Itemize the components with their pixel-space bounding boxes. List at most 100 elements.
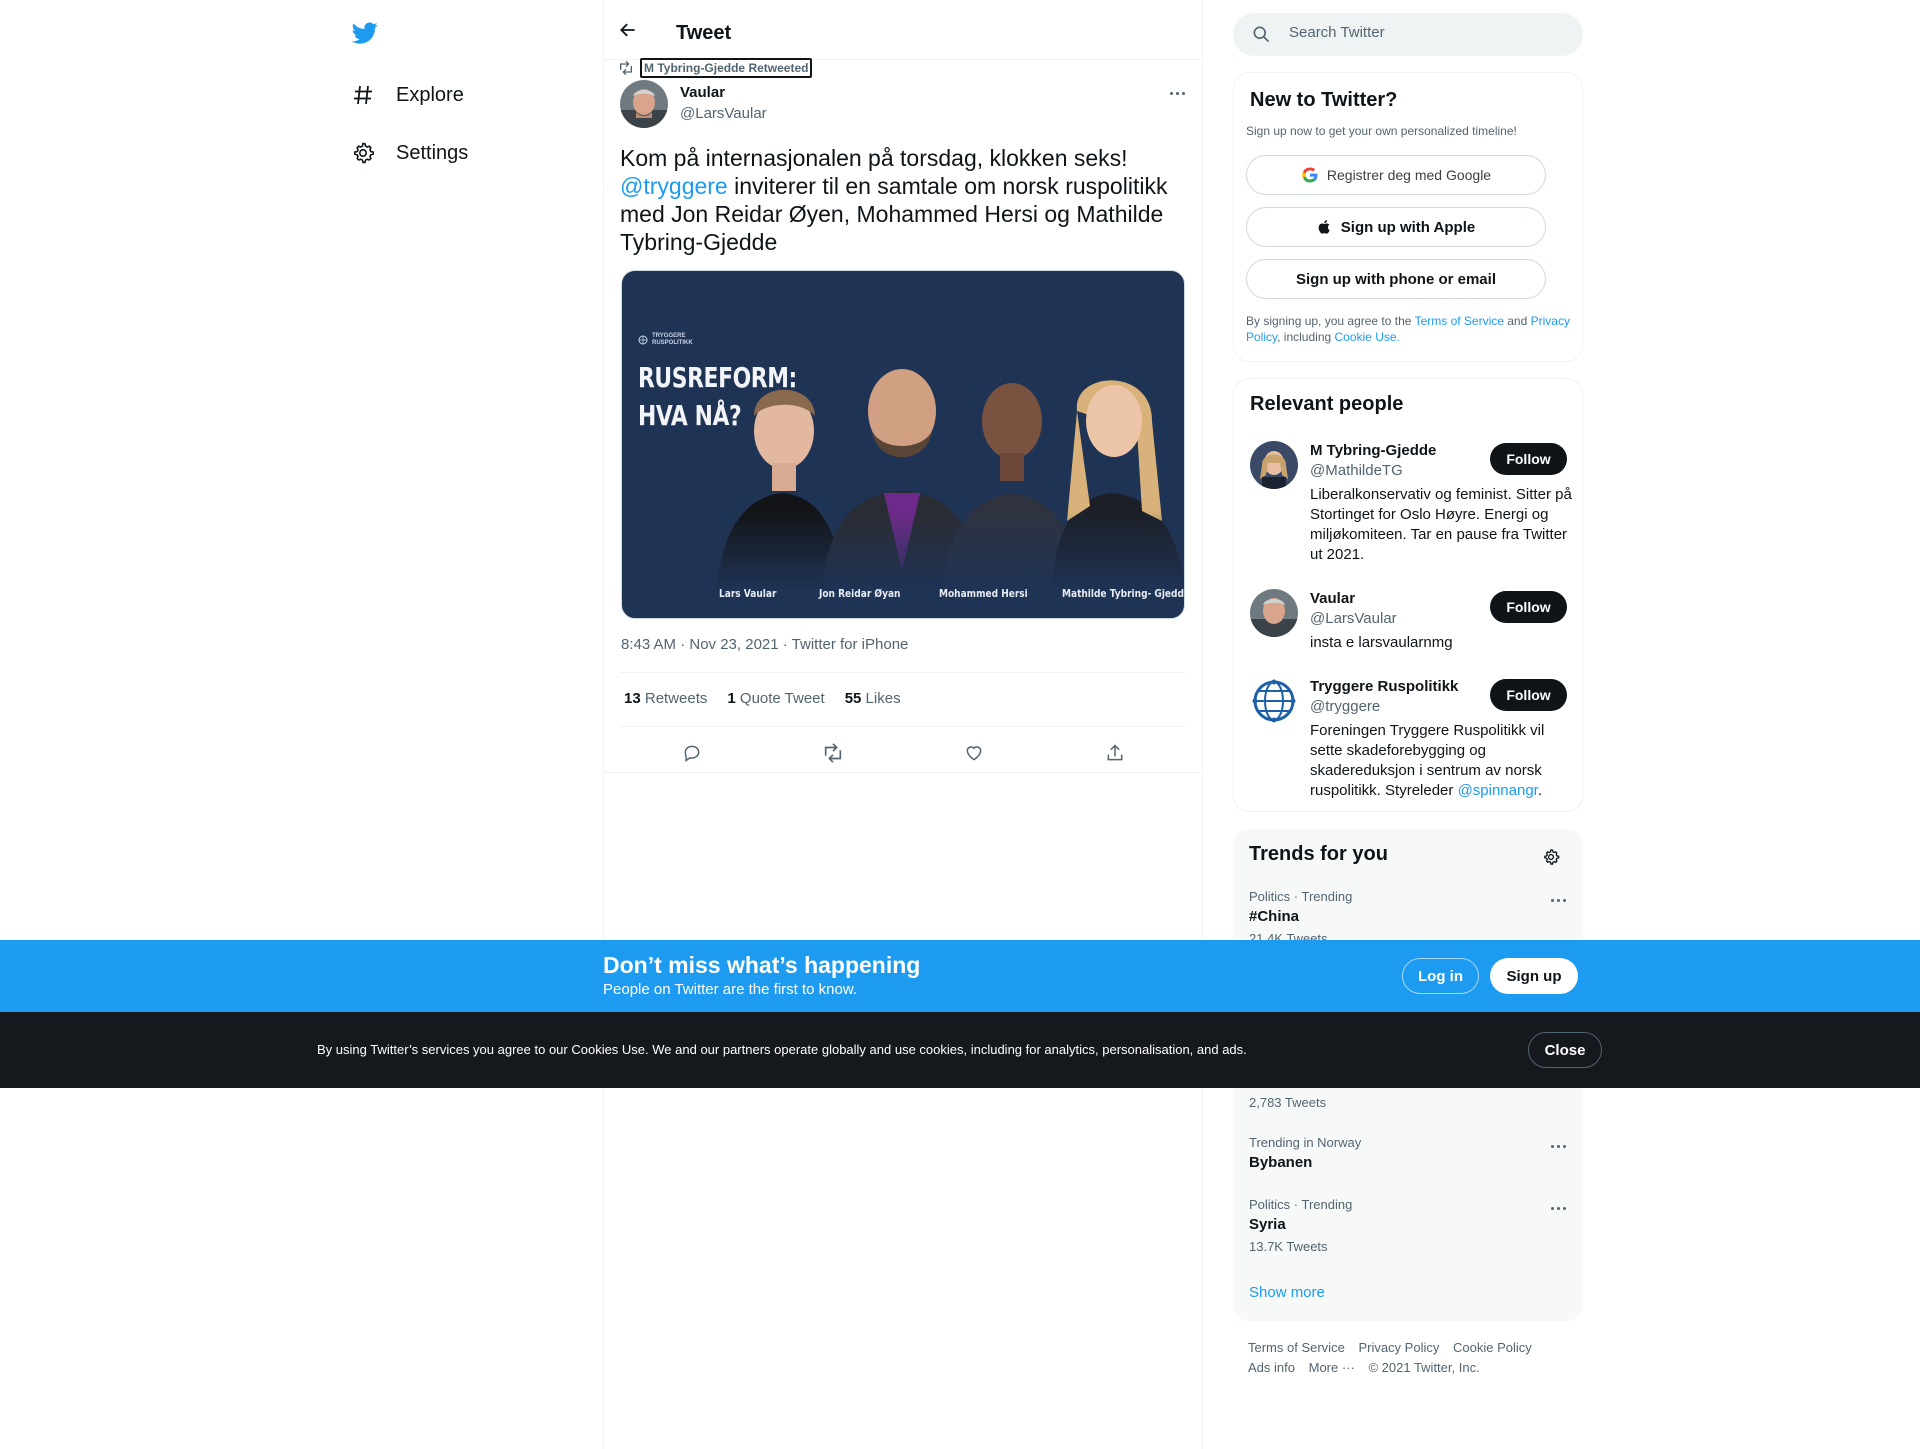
person-bio-end: . bbox=[1537, 782, 1543, 799]
signup-card-title: New to Twitter? bbox=[1250, 89, 1398, 111]
legal-text-2: and bbox=[1503, 314, 1531, 328]
tweet-actions bbox=[620, 730, 1186, 776]
trend-count: 13.7K Tweets bbox=[1249, 1239, 1328, 1254]
media-person-3: Mohammed Hersi bbox=[939, 587, 1028, 600]
gear-icon bbox=[1544, 849, 1560, 865]
retweet-context: M Tybring-Gjedde Retweeted bbox=[618, 58, 813, 78]
phone-email-signup-label: Sign up with phone or email bbox=[1295, 270, 1496, 288]
phone-email-signup-button[interactable]: Sign up with phone or email bbox=[1246, 259, 1546, 299]
media-person-4: Mathilde Tybring- Gjedde bbox=[1062, 587, 1185, 600]
login-button[interactable]: Log in bbox=[1402, 958, 1479, 994]
retweeted-by-link[interactable]: M Tybring-Gjedde Retweeted bbox=[640, 58, 813, 78]
nav-settings[interactable]: Settings bbox=[350, 133, 468, 173]
trend-more-button[interactable] bbox=[1551, 1207, 1566, 1210]
apple-signup-label: Sign up with Apple bbox=[1340, 218, 1476, 236]
more-icon bbox=[1551, 1207, 1566, 1210]
page-title: Tweet bbox=[676, 22, 732, 44]
follow-button[interactable]: Follow bbox=[1490, 591, 1567, 623]
person-name[interactable]: Vaular bbox=[1310, 590, 1355, 607]
quotes-label: Quote Tweet bbox=[739, 690, 825, 707]
signup-button[interactable]: Sign up bbox=[1490, 958, 1578, 994]
footer-ads-info-link[interactable]: Ads info bbox=[1248, 1360, 1295, 1375]
main-header: Tweet bbox=[604, 0, 1202, 60]
person-handle[interactable]: @tryggere bbox=[1310, 698, 1380, 715]
retweets-stat[interactable]: 13 Retweets bbox=[624, 690, 707, 707]
tweet-text: Kom på internasjonalen på torsdag, klokk… bbox=[620, 144, 1190, 256]
media-person-2: Jon Reidar Øyan bbox=[819, 587, 901, 600]
tweet-text-line1: Kom på internasjonalen på torsdag, klokk… bbox=[620, 145, 1128, 171]
person-avatar[interactable] bbox=[1250, 589, 1298, 637]
retweet-button[interactable] bbox=[820, 740, 846, 766]
tweet-stats: 13 Retweets 1 Quote Tweet 55 Likes bbox=[624, 690, 901, 707]
nav-settings-label: Settings bbox=[396, 141, 469, 164]
person-bio: Liberalkonservativ og feminist. Sitter p… bbox=[1310, 486, 1572, 563]
person-name[interactable]: Tryggere Ruspolitikk bbox=[1310, 678, 1458, 695]
relevant-people-card: Relevant people M Tybring-Gjedde @Mathil… bbox=[1233, 378, 1583, 812]
person-handle[interactable]: @MathildeTG bbox=[1310, 462, 1403, 479]
banner-subline: People on Twitter are the first to know. bbox=[603, 981, 858, 998]
relevant-people-title: Relevant people bbox=[1250, 393, 1404, 415]
more-icon bbox=[1170, 92, 1185, 95]
terms-link[interactable]: Terms of Service bbox=[1415, 314, 1504, 328]
reply-button[interactable] bbox=[679, 740, 705, 766]
follow-button[interactable]: Follow bbox=[1490, 443, 1567, 475]
footer-privacy-link[interactable]: Privacy Policy bbox=[1358, 1340, 1439, 1355]
banner-headline: Don’t miss what’s happening bbox=[603, 952, 921, 978]
divider bbox=[620, 726, 1186, 727]
trend-more-button[interactable] bbox=[1551, 899, 1566, 902]
person-avatar[interactable] bbox=[1250, 677, 1298, 725]
trend-more-button[interactable] bbox=[1551, 1145, 1566, 1148]
tweet-mention-link[interactable]: @tryggere bbox=[620, 173, 728, 199]
arrow-left-icon bbox=[620, 23, 635, 37]
trends-settings-button[interactable] bbox=[1539, 845, 1563, 869]
cookie-consent-bar: By using Twitter’s services you agree to… bbox=[0, 1012, 1920, 1088]
quote-tweets-stat[interactable]: 1 Quote Tweet bbox=[727, 690, 824, 707]
likes-stat[interactable]: 55 Likes bbox=[845, 690, 901, 707]
google-signup-button[interactable]: Registrer deg med Google bbox=[1246, 155, 1546, 195]
back-button[interactable] bbox=[614, 16, 642, 44]
like-button[interactable] bbox=[961, 740, 987, 766]
likes-label: Likes bbox=[865, 690, 901, 707]
trend-meta: Politics · Trending bbox=[1249, 1197, 1353, 1212]
quotes-count: 1 bbox=[727, 690, 736, 707]
nav-explore[interactable]: Explore bbox=[350, 75, 464, 115]
search-input[interactable] bbox=[1289, 24, 1559, 41]
author-avatar[interactable] bbox=[620, 80, 668, 128]
nav-explore-label: Explore bbox=[396, 83, 464, 106]
tweet-media-image[interactable]: TRYGGERE RUSPOLITIKK RUSREFORM: HVA NÅ? bbox=[621, 270, 1185, 619]
person-avatar[interactable] bbox=[1250, 441, 1298, 489]
share-button[interactable] bbox=[1102, 740, 1128, 766]
person-handle[interactable]: @LarsVaular bbox=[1310, 610, 1397, 627]
retweets-count: 13 bbox=[624, 690, 641, 707]
bio-mention-link[interactable]: @spinnangr bbox=[1458, 782, 1538, 799]
media-people-illustration bbox=[622, 369, 1184, 591]
twitter-logo-icon[interactable] bbox=[350, 20, 384, 50]
divider bbox=[604, 772, 1202, 773]
follow-button[interactable]: Follow bbox=[1490, 679, 1567, 711]
trend-name: Bybanen bbox=[1249, 1154, 1313, 1171]
retweet-icon bbox=[620, 61, 632, 75]
footer-more-link[interactable]: More ··· bbox=[1309, 1360, 1355, 1375]
apple-icon bbox=[1318, 220, 1330, 234]
trend-name: Syria bbox=[1249, 1216, 1286, 1233]
footer-cookie-link[interactable]: Cookie Policy bbox=[1453, 1340, 1532, 1355]
author-name[interactable]: Vaular bbox=[680, 84, 725, 101]
footer-terms-link[interactable]: Terms of Service bbox=[1248, 1340, 1345, 1355]
footer-copyright: © 2021 Twitter, Inc. bbox=[1368, 1360, 1480, 1375]
retweets-label: Retweets bbox=[644, 690, 708, 707]
person-bio: Foreningen Tryggere Ruspolitikk vil sett… bbox=[1310, 721, 1572, 801]
tweet-more-button[interactable] bbox=[1170, 92, 1185, 95]
author-handle[interactable]: @LarsVaular bbox=[680, 105, 767, 122]
signup-banner: Don’t miss what’s happening People on Tw… bbox=[0, 940, 1920, 1012]
apple-signup-button[interactable]: Sign up with Apple bbox=[1246, 207, 1546, 247]
main-column: Tweet M Tybring-Gjedde Retweeted Vaular … bbox=[603, 0, 1203, 1449]
reply-icon bbox=[684, 745, 700, 762]
trends-title: Trends for you bbox=[1249, 843, 1388, 865]
person-name[interactable]: M Tybring-Gjedde bbox=[1310, 442, 1436, 459]
tweet-timestamp[interactable]: 8:43 AM · Nov 23, 2021 · Twitter for iPh… bbox=[621, 636, 908, 653]
show-more-link[interactable]: Show more bbox=[1249, 1284, 1325, 1301]
search-bar[interactable] bbox=[1233, 13, 1583, 56]
heart-icon bbox=[966, 746, 982, 761]
cookie-use-link[interactable]: Cookie Use. bbox=[1335, 330, 1400, 344]
cookie-close-button[interactable]: Close bbox=[1528, 1032, 1602, 1068]
